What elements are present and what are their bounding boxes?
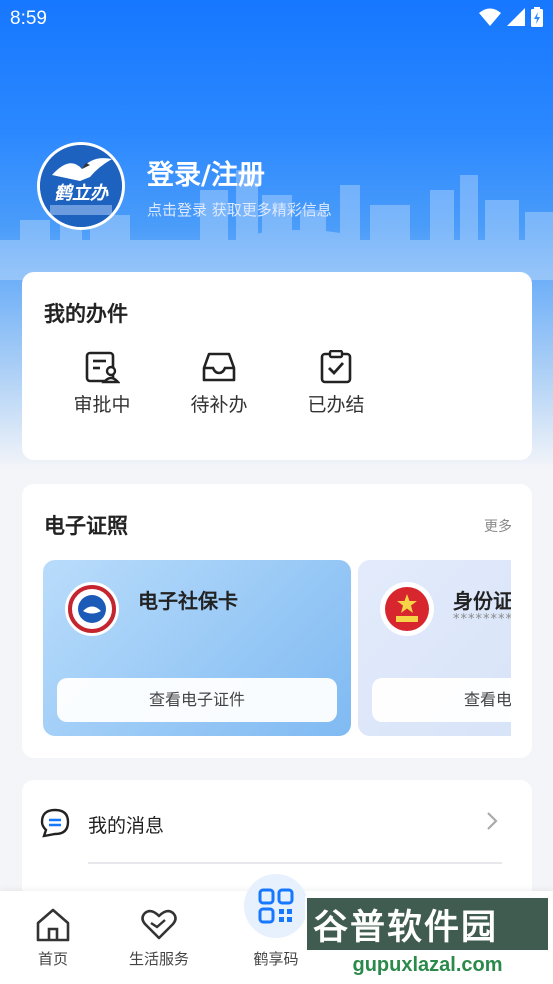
cert-name-social-security: 电子社保卡 [138,589,238,613]
task-label-approving: 审批中 [73,394,131,416]
certificates-carousel[interactable]: 电子社保卡 查看电子证件 身份证 ******** 查看电子证件 [43,560,511,736]
message-bubble-icon [40,808,70,838]
cert-masked-id-number: ******** [453,612,511,627]
status-icons [479,7,543,27]
task-label-pending: 待补办 [190,394,248,416]
status-bar: 8:59 [0,0,553,38]
watermark-overlay: 谷普软件园 [305,896,550,952]
watermark-url: gupuxlazal.com [352,954,503,976]
national-emblem-icon [380,582,434,636]
certificates-more-link[interactable]: 更多 [484,516,512,536]
qr-code-button[interactable] [244,874,308,938]
login-subtitle: 点击登录 获取更多精彩信息 [147,201,332,219]
avatar[interactable]: 鹤立办 [37,142,125,230]
chevron-right-icon [487,812,498,830]
qr-code-icon [258,888,294,924]
task-item-approving[interactable]: 审批中 [57,350,147,417]
task-item-completed[interactable]: 已办结 [291,350,381,417]
tab-life-services[interactable]: 生活服务 [109,891,209,984]
tab-life-services-label: 生活服务 [128,950,189,968]
approval-doc-icon [85,351,120,384]
signal-icon [507,8,525,26]
battery-icon [531,7,543,27]
certificates-title: 电子证照 [44,514,128,538]
list-divider [88,862,502,864]
inbox-tray-icon [202,352,236,382]
my-tasks-title: 我的办件 [44,302,128,326]
cert-card-id-card[interactable]: 身份证 ******** 查看电子证件 [358,560,511,736]
task-label-completed: 已办结 [307,394,365,416]
clipboard-check-icon [320,350,352,384]
home-icon [36,908,70,942]
view-cert-button-social-security[interactable]: 查看电子证件 [57,678,337,722]
status-time: 8:59 [10,8,47,29]
my-messages-row[interactable]: 我的消息 [22,780,532,864]
social-security-emblem-icon [65,582,119,636]
login-register-link[interactable]: 登录/注册 [147,153,265,192]
cert-name-id-card: 身份证 [453,589,511,613]
avatar-logo-text: 鹤立办 [54,183,108,204]
heart-hands-icon [141,909,177,940]
tab-home[interactable]: 首页 [3,891,103,984]
watermark-text: 谷普软件园 [313,907,499,948]
wifi-icon [479,8,501,26]
cert-card-social-security[interactable]: 电子社保卡 查看电子证件 [43,560,351,736]
my-messages-label: 我的消息 [88,815,165,837]
tab-home-label: 首页 [37,950,68,968]
task-item-pending-supplement[interactable]: 待补办 [174,350,264,417]
view-cert-button-id-card[interactable]: 查看电子证件 [372,678,511,722]
